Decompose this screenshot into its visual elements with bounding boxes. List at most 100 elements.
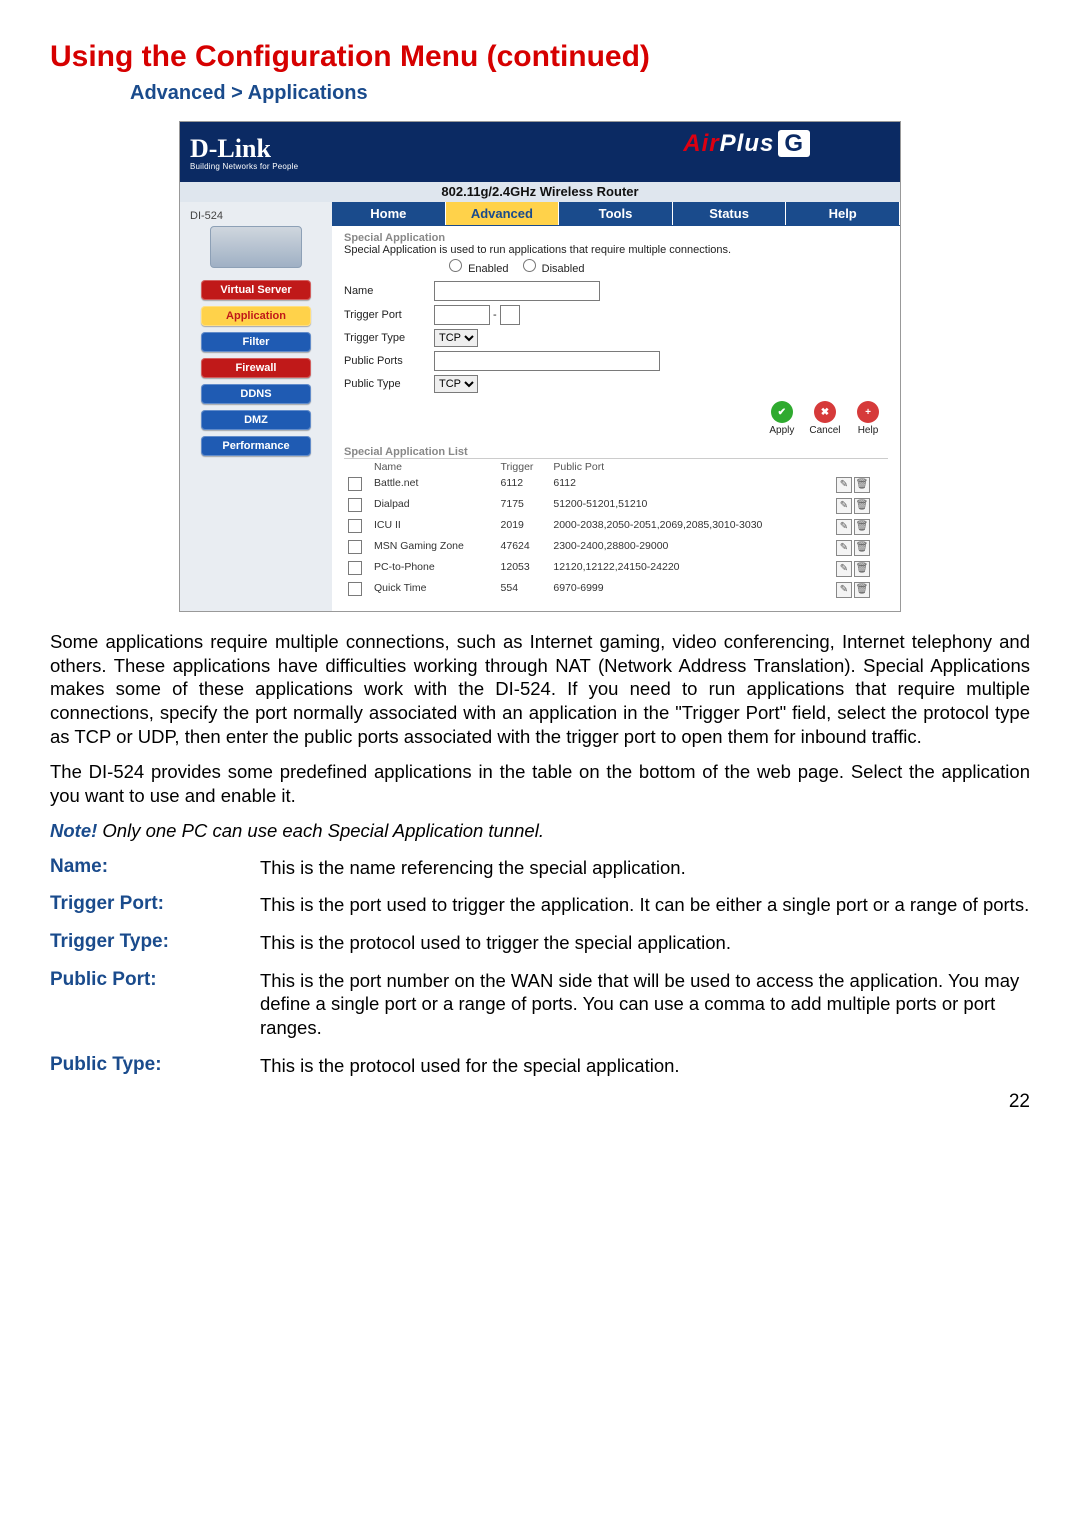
def-term-public-type: Public Type: — [50, 1054, 260, 1078]
doc-title: Using the Configuration Menu (continued) — [50, 40, 1030, 74]
table-row: ICU II20192000-2038,2050-2051,2069,2085,… — [344, 517, 888, 538]
table-row: Dialpad717551200-51201,51210 ✎🗑 — [344, 496, 888, 517]
def-text-name: This is the name referencing the special… — [260, 856, 686, 880]
action-bar: ✔ Apply ✖ Cancel + Help — [344, 401, 888, 436]
sidebar-item-application[interactable]: Application — [201, 306, 311, 326]
cell-public: 2000-2038,2050-2051,2069,2085,3010-3030 — [549, 517, 830, 538]
edit-icon[interactable]: ✎ — [836, 498, 852, 514]
paragraph-1: Some applications require multiple conne… — [50, 630, 1030, 748]
section-heading: Special Application — [344, 232, 888, 244]
sidebar-item-performance[interactable]: Performance — [201, 436, 311, 456]
def-term-trigger-type: Trigger Type: — [50, 931, 260, 955]
delete-icon[interactable]: 🗑 — [854, 540, 870, 556]
def-term-trigger-port: Trigger Port: — [50, 893, 260, 917]
cell-trigger: 6112 — [497, 475, 550, 496]
name-label: Name — [344, 285, 434, 297]
delete-icon[interactable]: 🗑 — [854, 582, 870, 598]
table-row: PC-to-Phone1205312120,12122,24150-24220✎… — [344, 559, 888, 580]
edit-icon[interactable]: ✎ — [836, 519, 852, 535]
public-type-label: Public Type — [344, 378, 434, 390]
edit-icon[interactable]: ✎ — [836, 582, 852, 598]
trigger-type-label: Trigger Type — [344, 332, 434, 344]
tab-home[interactable]: Home — [332, 202, 446, 225]
tab-help[interactable]: Help — [786, 202, 900, 225]
cancel-button[interactable]: ✖ — [814, 401, 836, 423]
app-list-table: Name Trigger Public Port Battle.net61126… — [344, 458, 888, 601]
sidebar-item-ddns[interactable]: DDNS — [201, 384, 311, 404]
airplus-logo: AirPlusG — [683, 130, 810, 158]
sidebar: DI-524 Virtual Server Application Filter… — [180, 202, 332, 611]
cell-name: PC-to-Phone — [370, 559, 497, 580]
note-line: Note! Only one PC can use each Special A… — [50, 820, 1030, 842]
cell-name: MSN Gaming Zone — [370, 538, 497, 559]
note-text: Only one PC can use each Special Applica… — [97, 820, 544, 841]
cell-name: Battle.net — [370, 475, 497, 496]
disabled-radio[interactable] — [523, 259, 536, 272]
tab-advanced[interactable]: Advanced — [446, 202, 560, 225]
delete-icon[interactable]: 🗑 — [854, 477, 870, 493]
row-checkbox[interactable] — [348, 582, 362, 596]
trigger-port-end-input[interactable] — [500, 305, 520, 325]
cancel-label: Cancel — [809, 425, 840, 436]
trigger-port-start-input[interactable] — [434, 305, 490, 325]
tab-bar: Home Advanced Tools Status Help — [332, 202, 900, 226]
public-ports-input[interactable] — [434, 351, 660, 371]
router-image — [210, 226, 302, 268]
edit-icon[interactable]: ✎ — [836, 540, 852, 556]
table-row: Battle.net61126112✎🗑 — [344, 475, 888, 496]
row-checkbox[interactable] — [348, 477, 362, 491]
sidebar-item-filter[interactable]: Filter — [201, 332, 311, 352]
def-term-name: Name: — [50, 856, 260, 880]
cell-name: Dialpad — [370, 496, 497, 517]
row-checkbox[interactable] — [348, 519, 362, 533]
router-banner: D-Link Building Networks for People AirP… — [180, 122, 900, 182]
router-subtitle: 802.11g/2.4GHz Wireless Router — [180, 182, 900, 202]
help-button[interactable]: + — [857, 401, 879, 423]
cell-trigger: 12053 — [497, 559, 550, 580]
def-term-public-port: Public Port: — [50, 969, 260, 1040]
table-row: MSN Gaming Zone476242300-2400,28800-2900… — [344, 538, 888, 559]
app-list-heading: Special Application List — [344, 446, 888, 458]
dlink-tagline: Building Networks for People — [190, 162, 298, 171]
row-checkbox[interactable] — [348, 561, 362, 575]
cell-public: 6970-6999 — [549, 580, 830, 601]
apply-label: Apply — [769, 425, 794, 436]
delete-icon[interactable]: 🗑 — [854, 561, 870, 577]
row-checkbox[interactable] — [348, 540, 362, 554]
def-text-trigger-type: This is the protocol used to trigger the… — [260, 931, 731, 955]
tab-status[interactable]: Status — [673, 202, 787, 225]
cell-public: 6112 — [549, 475, 830, 496]
row-checkbox[interactable] — [348, 498, 362, 512]
name-input[interactable] — [434, 281, 600, 301]
public-type-select[interactable]: TCP — [434, 375, 478, 393]
breadcrumb: Advanced > Applications — [130, 82, 1030, 105]
router-screenshot: D-Link Building Networks for People AirP… — [179, 121, 901, 612]
edit-icon[interactable]: ✎ — [836, 477, 852, 493]
tab-tools[interactable]: Tools — [559, 202, 673, 225]
enabled-label: Enabled — [468, 263, 508, 275]
delete-icon[interactable]: 🗑 — [854, 519, 870, 535]
cell-public: 51200-51201,51210 — [549, 496, 830, 517]
cell-name: ICU II — [370, 517, 497, 538]
def-text-public-port: This is the port number on the WAN side … — [260, 969, 1030, 1040]
help-label: Help — [858, 425, 879, 436]
model-label: DI-524 — [190, 210, 326, 222]
enabled-radio[interactable] — [449, 259, 462, 272]
paragraph-2: The DI-524 provides some predefined appl… — [50, 760, 1030, 807]
cell-trigger: 47624 — [497, 538, 550, 559]
trigger-port-label: Trigger Port — [344, 309, 434, 321]
cell-trigger: 7175 — [497, 496, 550, 517]
def-text-trigger-port: This is the port used to trigger the app… — [260, 893, 1029, 917]
apply-button[interactable]: ✔ — [771, 401, 793, 423]
disabled-label: Disabled — [542, 263, 585, 275]
delete-icon[interactable]: 🗑 — [854, 498, 870, 514]
col-name: Name — [370, 459, 497, 476]
note-prefix: Note! — [50, 820, 97, 841]
cell-trigger: 554 — [497, 580, 550, 601]
edit-icon[interactable]: ✎ — [836, 561, 852, 577]
page-number: 22 — [50, 1091, 1030, 1113]
sidebar-item-dmz[interactable]: DMZ — [201, 410, 311, 430]
sidebar-item-virtual-server[interactable]: Virtual Server — [201, 280, 311, 300]
trigger-type-select[interactable]: TCP — [434, 329, 478, 347]
sidebar-item-firewall[interactable]: Firewall — [201, 358, 311, 378]
